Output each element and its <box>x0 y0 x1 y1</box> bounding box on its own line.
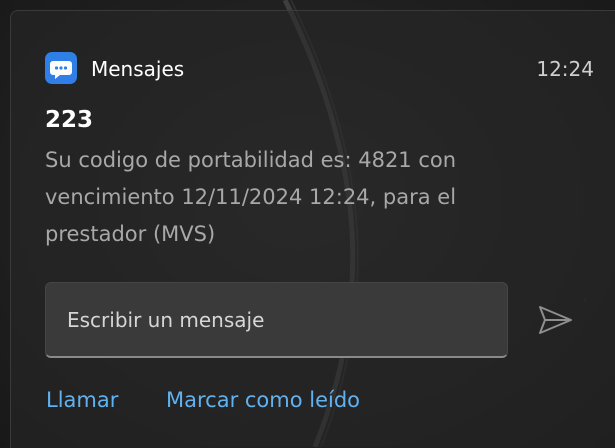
app-name: Mensajes <box>91 57 185 81</box>
send-button[interactable] <box>534 300 576 340</box>
notification-time: 12:24 <box>536 57 594 81</box>
chat-bubble-icon <box>45 52 77 84</box>
message-line: prestador (MVS) <box>45 222 216 246</box>
sender-name: 223 <box>45 107 94 133</box>
message-line: vencimiento 12/11/2024 12:24, para el <box>45 185 457 209</box>
message-line: Su codigo de portabilidad es: 4821 con <box>45 148 457 172</box>
call-button[interactable]: Llamar <box>46 384 118 416</box>
message-body: Su codigo de portabilidad es: 4821 con v… <box>45 142 550 253</box>
send-icon <box>539 306 572 334</box>
mark-as-read-button[interactable]: Marcar como leído <box>166 384 360 416</box>
reply-input[interactable] <box>45 282 508 358</box>
